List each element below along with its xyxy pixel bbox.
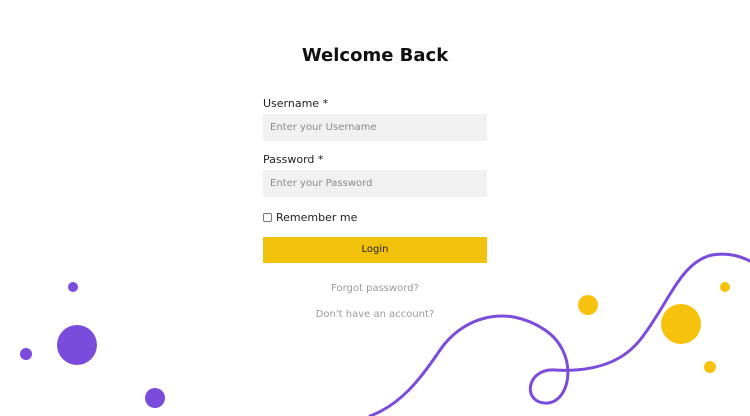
purple-dot (145, 388, 165, 408)
purple-dot (20, 348, 32, 360)
page-title: Welcome Back (301, 45, 449, 66)
purple-circle-large (57, 325, 97, 365)
username-field-group: Username * (263, 97, 487, 141)
username-label: Username * (263, 97, 329, 110)
login-button[interactable]: Login (263, 237, 487, 263)
yellow-dot (704, 361, 716, 373)
forgot-password-link[interactable]: Forgot password? (0, 283, 750, 294)
signup-link[interactable]: Don't have an account? (0, 309, 750, 320)
password-label: Password * (263, 153, 324, 166)
purple-wave-line (368, 252, 750, 416)
password-field-group: Password * (263, 153, 487, 197)
remember-me-checkbox[interactable] (263, 212, 272, 222)
remember-me-label[interactable]: Remember me (276, 211, 357, 224)
remember-me-row[interactable]: Remember me (263, 210, 487, 224)
password-input[interactable] (263, 170, 487, 197)
login-form: Username * Password * Remember me Login (263, 97, 487, 263)
username-input[interactable] (263, 114, 487, 141)
